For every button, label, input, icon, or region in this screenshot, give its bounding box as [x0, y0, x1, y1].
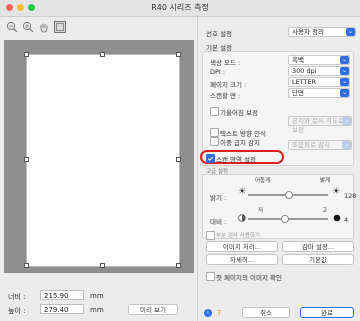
first-page-checkbox[interactable] — [206, 272, 215, 281]
deskew-checkbox[interactable] — [210, 107, 219, 116]
color-mode-select[interactable]: 흑백 ⌄ — [288, 55, 350, 65]
contrast-slider-knob[interactable] — [281, 215, 289, 223]
dpi-value: 300 dpi — [292, 67, 317, 75]
contrast-high-label: 고 — [322, 208, 328, 214]
crop-handle[interactable] — [100, 263, 105, 268]
title-bar: R40 시리즈 측정 — [0, 0, 360, 17]
done-button[interactable]: 완료 — [300, 307, 354, 318]
brightness-low-label: 어둡게 — [255, 178, 271, 184]
defaults-button[interactable]: 기본값 — [282, 254, 354, 265]
hand-tool-icon[interactable] — [38, 21, 50, 33]
width-unit: mm — [90, 292, 104, 300]
contrast-label: 대비 : — [210, 218, 227, 226]
partial-checkbox[interactable] — [206, 231, 215, 240]
gamma-settings-button[interactable]: 감마 설정... — [282, 241, 354, 252]
image-process-button[interactable]: 이미지 처리... — [206, 241, 278, 252]
preview-button[interactable]: 미리 보기 — [128, 304, 178, 315]
chevron-down-icon: ⌄ — [340, 89, 349, 97]
width-label: 너비 : — [8, 293, 26, 301]
double-feed-select[interactable]: 초음파로 감지 ⌄ — [288, 140, 352, 150]
crop-handle[interactable] — [176, 263, 181, 268]
pane-divider — [197, 16, 198, 321]
page-size-select[interactable]: LETTER ⌄ — [288, 77, 350, 87]
scan-area-label: 스캔 영역 설정 — [216, 156, 257, 164]
color-mode-label: 색상 모드 : — [210, 59, 241, 67]
adjustments-group — [202, 174, 354, 239]
chevron-down-icon: ⌄ — [342, 117, 351, 125]
zoom-in-icon[interactable] — [22, 21, 34, 33]
scan-side-select[interactable]: 단면 ⌄ — [288, 88, 350, 98]
crop-handle[interactable] — [100, 52, 105, 57]
brightness-value: 128 — [344, 192, 357, 200]
double-feed-value: 초음파로 감지 — [292, 141, 330, 149]
scan-area-page[interactable] — [24, 52, 181, 268]
auto-crop-select[interactable]: 공지와 문서 자도로 보정 ⌄ — [288, 116, 352, 134]
settings-pane: 선호 설정 사용자 정의 ⌄ 기본 설정 색상 모드 : 흑백 ⌄ DPI : … — [198, 16, 360, 321]
dpi-label: DPI : — [210, 68, 226, 76]
help-icon[interactable]: ? — [217, 309, 221, 318]
scan-side-value: 단면 — [292, 89, 304, 97]
contrast-high-icon — [333, 214, 341, 222]
page-size-label: 페이지 크기 : — [210, 81, 247, 89]
chevron-down-icon: ⌄ — [340, 56, 349, 64]
height-label: 높이 : — [8, 307, 26, 315]
details-button[interactable]: 자세히... — [206, 254, 278, 265]
sun-small-icon: ☀ — [238, 187, 247, 197]
partial-label: 부분 검사 사용하기 — [216, 233, 260, 239]
check-icon — [207, 156, 214, 161]
first-page-label: 첫 페이지의 이미지 확인 — [216, 274, 282, 282]
height-unit: mm — [90, 306, 104, 314]
double-feed-checkbox[interactable] — [210, 137, 219, 146]
contrast-low-icon — [238, 214, 246, 222]
chevron-down-icon: ⌄ — [346, 28, 355, 36]
scanner-window: R40 시리즈 측정 너비 : 215.90 mm 높이 : 279.40 mm… — [0, 0, 360, 321]
crop-handle[interactable] — [176, 52, 181, 57]
dpi-select[interactable]: 300 dpi ⌄ — [288, 66, 350, 76]
chevron-down-icon: ⌄ — [340, 78, 349, 86]
crop-handle[interactable] — [24, 157, 29, 162]
crop-handle[interactable] — [176, 157, 181, 162]
zoom-out-icon[interactable] — [6, 21, 18, 33]
cancel-button[interactable]: 취소 — [242, 307, 290, 318]
chevron-down-icon: ⌄ — [340, 67, 349, 75]
select-area-icon[interactable] — [54, 21, 66, 33]
scan-side-label: 스캔할 면 : — [210, 92, 241, 100]
crop-handle[interactable] — [24, 52, 29, 57]
preference-value: 사용자 정의 — [292, 28, 324, 36]
scan-area-checkbox[interactable] — [206, 154, 215, 163]
height-field[interactable]: 279.40 — [40, 304, 84, 314]
info-icon[interactable]: i — [204, 309, 212, 317]
double-feed-label: 이중 급지 감지 — [220, 139, 261, 147]
deskew-label: 기울어짐 보정 — [220, 109, 258, 117]
window-title: R40 시리즈 측정 — [151, 3, 209, 12]
preference-select[interactable]: 사용자 정의 ⌄ — [288, 27, 356, 37]
color-mode-value: 흑백 — [292, 56, 304, 64]
page-size-value: LETTER — [292, 78, 317, 86]
contrast-low-label: 저 — [258, 208, 264, 214]
brightness-label: 밝기 : — [210, 194, 227, 202]
brightness-high-label: 밝게 — [320, 178, 331, 184]
contrast-value: 4 — [344, 216, 349, 224]
crop-handle[interactable] — [24, 263, 29, 268]
width-field[interactable]: 215.90 — [40, 290, 84, 300]
sun-large-icon: ☀ — [332, 187, 341, 197]
preference-label: 선호 설정 — [206, 30, 232, 38]
brightness-slider-knob[interactable] — [285, 191, 293, 199]
text-orientation-checkbox[interactable] — [210, 128, 219, 137]
chevron-down-icon: ⌄ — [342, 141, 351, 149]
